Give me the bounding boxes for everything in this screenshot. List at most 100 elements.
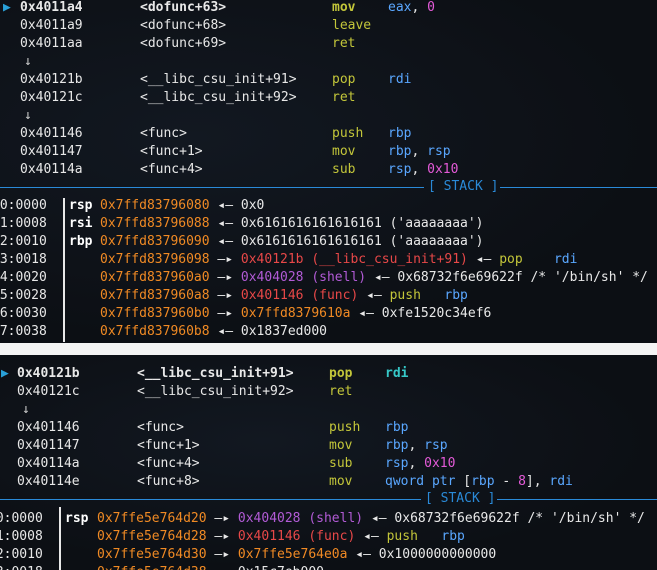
stack-offset: 00:0000 xyxy=(0,198,47,213)
instruction-address: 0x40121c xyxy=(17,384,80,399)
disasm-line[interactable]: 0x40114a <func+4> sub rsp, 0x10 xyxy=(0,161,657,179)
instruction-operands: rbp xyxy=(385,419,408,437)
stack-value-token: 0x7ffd837960b8 xyxy=(100,324,210,339)
operand-token: 0x10 xyxy=(424,456,456,471)
stack-register-label: rbp xyxy=(69,234,93,249)
stack-value-token: push xyxy=(389,288,421,303)
stack-value-token: 0x40121b (__libc_csu_init+91) xyxy=(240,252,468,267)
stack-value-token: 0x7ffd83796080 xyxy=(100,198,210,213)
operand-token: rsp xyxy=(427,144,451,159)
stack-header: [ STACK ] xyxy=(0,180,657,194)
stack-offset: 05:0028 xyxy=(0,288,47,303)
instruction-mnemonic: sub xyxy=(332,162,356,177)
disasm-line[interactable]: 0x401147 <func+1> mov rbp, rsp xyxy=(0,437,657,455)
stack-value-chain: 0x7ffe5e764d38 ◂— 0x15c7eb000 xyxy=(97,564,324,570)
stack-offset: 02:0010 xyxy=(0,547,43,562)
stack-register-label: rsp xyxy=(65,511,89,526)
instruction-symbol: <dofunc+68> xyxy=(140,18,227,33)
stack-entry: 00:0000 rsp 0x7ffd83796080 ◂— 0x0 xyxy=(0,197,657,215)
operand-token: rsp xyxy=(388,162,412,177)
stack-value-token: rbp xyxy=(441,529,465,544)
stack-value-token: —▸ xyxy=(206,547,238,562)
operand-token: , xyxy=(411,144,428,159)
stack-value-token: 0x7ffd837960b0 xyxy=(100,306,210,321)
instruction-address: 0x4011a9 xyxy=(20,18,83,33)
stack-header-label: [ STACK ] xyxy=(425,491,496,506)
operand-token: rbp xyxy=(388,144,412,159)
stack-value-token: ◂— 0x1837ed000 xyxy=(209,324,327,339)
operand-token: rsp xyxy=(424,438,448,453)
stack-register-label: rsi xyxy=(69,216,93,231)
disasm-line[interactable]: 0x40121c <__libc_csu_init+92> ret xyxy=(0,383,657,401)
stack-header: [ STACK ] xyxy=(0,492,657,506)
instruction-mnemonic: sub xyxy=(329,456,353,471)
instruction-address: 0x4011a4 xyxy=(20,0,83,15)
stack-value-chain: 0x7ffd83796090 ◂— 0x6161616161616161 ('a… xyxy=(100,233,484,251)
stack-value-token: 0x7ffd83796090 xyxy=(100,234,210,249)
flow-arrow-row: ↓ xyxy=(0,53,657,71)
stack-offset: 01:0008 xyxy=(0,216,47,231)
disasm-line[interactable]: 0x40114e <func+8> mov qword ptr [rbp - 8], … xyxy=(0,473,657,491)
stack-value-token: 0x7ffd837960a0 xyxy=(100,270,210,285)
stack-value-token: 0x7ffe5e764d28 xyxy=(97,529,207,544)
stack-value-token: 0x404028 (shell) xyxy=(240,270,367,285)
disasm-line[interactable]: 0x401147 <func+1> mov rbp, rsp xyxy=(0,143,657,161)
operand-token: rsp xyxy=(385,456,409,471)
instruction-address: 0x40121c xyxy=(20,90,83,105)
stack-value-chain: 0x7ffd83796098 —▸ 0x40121b (__libc_csu_i… xyxy=(100,251,577,269)
instruction-mnemonic: push xyxy=(329,420,361,435)
instruction-mnemonic: push xyxy=(332,126,364,141)
window-separator xyxy=(0,343,657,355)
operand-token: , xyxy=(408,456,425,471)
instruction-operands: rbp, rsp xyxy=(388,143,451,161)
stack-header-label: [ STACK ] xyxy=(428,179,499,194)
stack-value-token xyxy=(421,288,444,303)
disasm-line[interactable]: 0x4011aa <dofunc+69> ret xyxy=(0,35,657,53)
operand-token: rbp xyxy=(385,438,409,453)
instruction-symbol: <func+1> xyxy=(137,438,200,453)
stack-value-token: —▸ xyxy=(209,252,241,267)
instruction-symbol: <dofunc+69> xyxy=(140,36,227,51)
stack-header-line-right xyxy=(497,499,657,500)
disasm-line[interactable]: 0x401146 <func> push rbp xyxy=(0,125,657,143)
instruction-operands: rsp, 0x10 xyxy=(388,161,458,179)
stack-entry: 05:0028 0x7ffd837960a8 —▸ 0x401146 (func)… xyxy=(0,287,657,305)
instruction-mnemonic: ret xyxy=(332,36,356,51)
stack-entry: 04:0020 0x7ffd837960a0 —▸ 0x404028 (shell… xyxy=(0,269,657,287)
disasm-line[interactable]: 0x40121c <__libc_csu_init+92> ret xyxy=(0,89,657,107)
disasm-line[interactable]: 0x40121b <__libc_csu_init+91> pop rdi xyxy=(0,71,657,89)
down-arrow-icon: ↓ xyxy=(22,402,30,417)
instruction-symbol: <func+8> xyxy=(137,474,200,489)
down-arrow-icon: ↓ xyxy=(24,54,32,69)
disasm-line[interactable]: 0x40114a <func+4> sub rsp, 0x10 xyxy=(0,455,657,473)
stack-value-token: ◂— xyxy=(358,288,390,303)
disasm-line[interactable]: 0x4011a9 <dofunc+68> leave xyxy=(0,17,657,35)
stack-entry: 02:0010 0x7ffe5e764d30 —▸ 0x7ffe5e764e0a … xyxy=(0,546,657,564)
stack-value-token: —▸ xyxy=(209,270,241,285)
operand-token: rbp xyxy=(471,474,495,489)
instruction-mnemonic: ret xyxy=(332,90,356,105)
operand-token: rbp xyxy=(388,126,412,141)
stack-value-chain: 0x7ffe5e764d20 —▸ 0x404028 (shell) ◂— 0x… xyxy=(97,510,645,528)
disasm-line[interactable]: ▶ 0x4011a4 <dofunc+63> mov eax, 0 xyxy=(0,0,657,17)
stack-offset: 04:0020 xyxy=(0,270,47,285)
instruction-address: 0x40114a xyxy=(17,456,80,471)
stack-value-token: ◂— xyxy=(355,529,387,544)
stack-entry: 01:0008 0x7ffe5e764d28 —▸ 0x401146 (func)… xyxy=(0,528,657,546)
stack-header-line-left xyxy=(0,187,424,188)
disasm-line[interactable]: 0x401146 <func> push rbp xyxy=(0,419,657,437)
instruction-symbol: <__libc_csu_init+92> xyxy=(137,384,294,399)
instruction-mnemonic: leave xyxy=(332,18,372,33)
stack-value-token: —▸ xyxy=(209,288,241,303)
instruction-mnemonic: mov xyxy=(332,144,356,159)
instruction-symbol: <func+1> xyxy=(140,144,203,159)
stack-entry: 03:0018 0x7ffe5e764d38 ◂— 0x15c7eb000 xyxy=(0,564,657,570)
stack-register-label: rsp xyxy=(69,198,93,213)
stack-offset: 03:0018 xyxy=(0,564,43,570)
instruction-address: 0x40114e xyxy=(17,474,80,489)
stack-value-token: rbp xyxy=(444,288,468,303)
stack-value-token: —▸ xyxy=(209,306,241,321)
instruction-mnemonic: mov xyxy=(329,474,353,489)
stack-entry: 01:0008 rsi 0x7ffd83796088 ◂— 0x6161616161… xyxy=(0,215,657,233)
disasm-line[interactable]: ▶ 0x40121b <__libc_csu_init+91> pop rdi xyxy=(0,365,657,383)
